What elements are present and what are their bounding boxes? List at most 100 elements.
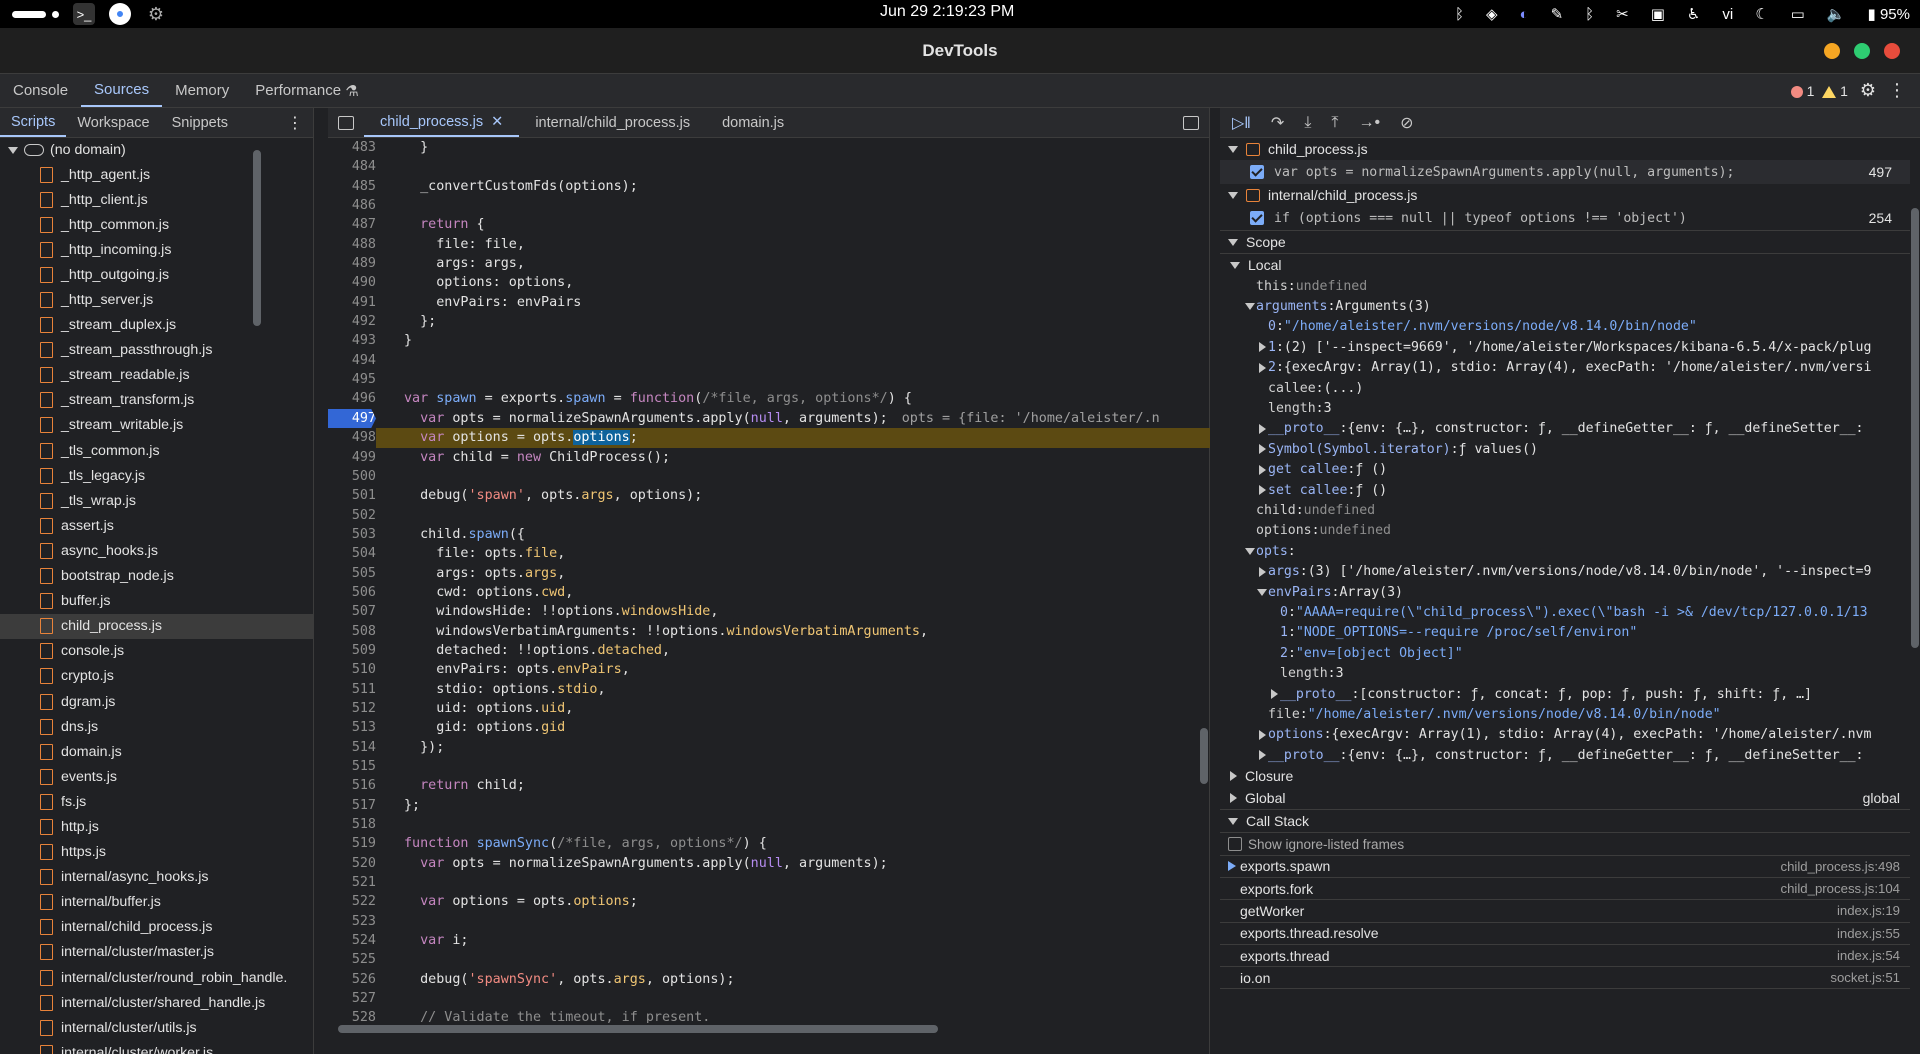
global-scope-header[interactable]: Global global bbox=[1220, 787, 1910, 809]
code-line[interactable]: 500 bbox=[328, 467, 1210, 486]
line-number[interactable]: 505 bbox=[328, 564, 376, 583]
call-frame[interactable]: exports.fork child_process.js:104 bbox=[1220, 878, 1910, 901]
breakpoint-file[interactable]: internal/child_process.js bbox=[1220, 184, 1910, 206]
code-line[interactable]: 483 } bbox=[328, 138, 1210, 157]
line-number[interactable]: 502 bbox=[328, 506, 376, 525]
code-line[interactable]: 504 file: opts.file, bbox=[328, 544, 1210, 563]
line-number[interactable]: 519 bbox=[328, 834, 376, 853]
code-line[interactable]: 489 args: args, bbox=[328, 254, 1210, 273]
scope-variable[interactable]: options: {execArgv: Array(1), stdio: Arr… bbox=[1220, 725, 1910, 745]
scope-section-header[interactable]: Scope bbox=[1220, 230, 1910, 254]
file-item[interactable]: _stream_readable.js bbox=[0, 363, 313, 388]
file-item[interactable]: _http_outgoing.js bbox=[0, 262, 313, 287]
code-line[interactable]: 495 bbox=[328, 370, 1210, 389]
call-frame[interactable]: exports.thread.resolve index.js:55 bbox=[1220, 923, 1910, 945]
code-line[interactable]: 487 return { bbox=[328, 215, 1210, 234]
file-item[interactable]: _tls_wrap.js bbox=[0, 488, 313, 513]
minimize-button[interactable] bbox=[1824, 43, 1840, 59]
debugger-scroll-thumb[interactable] bbox=[1911, 208, 1919, 648]
scope-variable[interactable]: __proto__: [constructor: ƒ, concat: ƒ, p… bbox=[1220, 684, 1910, 704]
editor-tab-domain[interactable]: domain.js bbox=[706, 108, 800, 137]
tab-sources[interactable]: Sources bbox=[81, 74, 163, 107]
file-item[interactable]: domain.js bbox=[0, 739, 313, 764]
line-number[interactable]: 516 bbox=[328, 776, 376, 795]
code-line[interactable]: 521 bbox=[328, 873, 1210, 892]
line-number[interactable]: 524 bbox=[328, 931, 376, 950]
expand-arrow-icon[interactable] bbox=[1256, 362, 1268, 373]
scope-variable[interactable]: 0: "AAAA=require(\"child_process\").exec… bbox=[1220, 602, 1910, 622]
file-item[interactable]: _http_server.js bbox=[0, 287, 313, 312]
file-item[interactable]: fs.js bbox=[0, 789, 313, 814]
gamepad-icon[interactable]: ◈ bbox=[1486, 5, 1498, 23]
code-line[interactable]: 526 debug('spawnSync', opts.args, option… bbox=[328, 970, 1210, 989]
clipboard-icon[interactable]: ▣ bbox=[1651, 5, 1665, 23]
code-line[interactable]: 524 var i; bbox=[328, 931, 1210, 950]
settings-app-icon[interactable]: ⚙ bbox=[145, 3, 167, 25]
keyboard-layout[interactable]: vi bbox=[1722, 6, 1733, 23]
file-item[interactable]: _stream_passthrough.js bbox=[0, 338, 313, 363]
line-number[interactable]: 527 bbox=[328, 989, 376, 1008]
expand-arrow-icon[interactable] bbox=[1256, 464, 1268, 475]
file-item[interactable]: internal/cluster/utils.js bbox=[0, 1015, 313, 1040]
line-number[interactable]: 493 bbox=[328, 331, 376, 350]
editor-tab-child-process[interactable]: child_process.js ✕ bbox=[364, 108, 520, 137]
line-number[interactable]: 483 bbox=[328, 138, 376, 157]
workspace-dot[interactable] bbox=[52, 10, 59, 18]
editor-horizontal-scrollbar[interactable] bbox=[328, 1023, 1210, 1035]
editor-scrollbar[interactable] bbox=[1199, 138, 1209, 1023]
tab-console[interactable]: Console bbox=[0, 74, 81, 107]
tab-memory[interactable]: Memory bbox=[162, 74, 242, 107]
scope-variable[interactable]: Symbol(Symbol.iterator): ƒ values() bbox=[1220, 439, 1910, 459]
scope-variable[interactable]: set callee: ƒ () bbox=[1220, 480, 1910, 500]
file-item[interactable]: dgram.js bbox=[0, 689, 313, 714]
gear-icon[interactable]: ⚙ bbox=[1860, 80, 1876, 101]
code-line[interactable]: 491 envPairs: envPairs bbox=[328, 293, 1210, 312]
code-line[interactable]: 512 uid: options.uid, bbox=[328, 699, 1210, 718]
code-line[interactable]: 503 child.spawn({ bbox=[328, 525, 1210, 544]
navigator-scroll-thumb[interactable] bbox=[253, 150, 261, 326]
file-item[interactable]: internal/cluster/master.js bbox=[0, 940, 313, 965]
close-tab-icon[interactable]: ✕ bbox=[491, 114, 503, 130]
line-number[interactable]: 485 bbox=[328, 177, 376, 196]
navigator-scrollbar[interactable] bbox=[253, 138, 261, 1054]
file-item[interactable]: _http_common.js bbox=[0, 212, 313, 237]
line-number[interactable]: 513 bbox=[328, 718, 376, 737]
scope-variable[interactable]: options: undefined bbox=[1220, 521, 1910, 541]
expand-arrow-icon[interactable] bbox=[1244, 303, 1256, 311]
file-item[interactable]: _stream_duplex.js bbox=[0, 313, 313, 338]
show-ignored-checkbox[interactable] bbox=[1228, 837, 1242, 852]
scope-variable[interactable]: arguments: Arguments(3) bbox=[1220, 296, 1910, 316]
code-line[interactable]: 486 bbox=[328, 196, 1210, 215]
resume-icon[interactable]: ▷‖ bbox=[1232, 113, 1251, 133]
expand-arrow-icon[interactable] bbox=[1256, 750, 1268, 761]
line-number[interactable]: 528 bbox=[328, 1008, 376, 1023]
line-number[interactable]: 501 bbox=[328, 486, 376, 505]
deactivate-breakpoints-icon[interactable]: ⊘ bbox=[1400, 113, 1413, 133]
expand-arrow-icon[interactable] bbox=[1256, 566, 1268, 577]
scope-variable[interactable]: 2: {execArgv: Array(1), stdio: Array(4),… bbox=[1220, 358, 1910, 378]
code-line[interactable]: 508 windowsVerbatimArguments: !!options.… bbox=[328, 622, 1210, 641]
line-number[interactable]: 507 bbox=[328, 602, 376, 621]
step-into-icon[interactable]: ⤓ bbox=[1304, 114, 1311, 132]
editor-scroll-thumb[interactable] bbox=[1200, 728, 1208, 784]
code-line[interactable]: 506 cwd: options.cwd, bbox=[328, 583, 1210, 602]
expand-arrow-icon[interactable] bbox=[1256, 485, 1268, 496]
closure-scope-header[interactable]: Closure bbox=[1220, 765, 1910, 787]
line-number[interactable]: 512 bbox=[328, 699, 376, 718]
debugger-scrollbar[interactable] bbox=[1910, 138, 1920, 1054]
tree-domain[interactable]: (no domain) bbox=[0, 138, 313, 162]
line-number[interactable]: 522 bbox=[328, 892, 376, 911]
file-item[interactable]: _http_client.js bbox=[0, 187, 313, 212]
code-line[interactable]: 490 options: options, bbox=[328, 273, 1210, 292]
tab-workspace[interactable]: Workspace bbox=[66, 108, 160, 137]
breakpoint-checkbox[interactable] bbox=[1250, 165, 1264, 179]
line-number[interactable]: 523 bbox=[328, 912, 376, 931]
scope-variable[interactable]: get callee: ƒ () bbox=[1220, 460, 1910, 480]
file-item[interactable]: _http_incoming.js bbox=[0, 237, 313, 262]
code-line[interactable]: 514 }); bbox=[328, 738, 1210, 757]
line-number[interactable]: 490 bbox=[328, 273, 376, 292]
toggle-debugger-button[interactable] bbox=[1173, 108, 1209, 137]
line-number[interactable]: 514 bbox=[328, 738, 376, 757]
bluetooth-icon[interactable]: ᛒ bbox=[1455, 6, 1464, 23]
file-item[interactable]: https.js bbox=[0, 840, 313, 865]
